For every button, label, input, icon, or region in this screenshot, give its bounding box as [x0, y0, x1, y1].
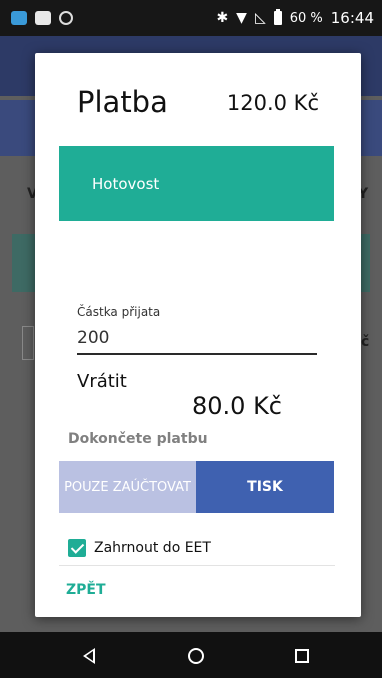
- background-field-letter: č: [361, 334, 370, 350]
- dialog-title: Platba: [77, 85, 168, 119]
- payment-method-cash-button[interactable]: Hotovost: [59, 146, 334, 221]
- change-label: Vrátit: [77, 371, 127, 392]
- wifi-icon: ▼: [236, 10, 247, 26]
- back-button[interactable]: ZPĚT: [66, 582, 106, 598]
- dialog-divider: [59, 565, 335, 566]
- eet-label: Zahrnout do EET: [94, 540, 211, 556]
- battery-percent: 60 %: [289, 10, 323, 26]
- nav-back-icon[interactable]: [83, 648, 95, 664]
- app-notification-icon: [11, 11, 27, 25]
- clock: 16:44: [330, 9, 374, 27]
- change-amount: 80.0 Kč: [192, 392, 282, 420]
- print-button[interactable]: TISK: [196, 461, 334, 513]
- navigation-bar: [0, 632, 382, 678]
- image-notification-icon: [35, 11, 51, 25]
- vpn-notification-icon: [59, 11, 73, 25]
- finish-payment-label: Dokončete platbu: [68, 431, 208, 447]
- bluetooth-icon: ✱: [216, 10, 229, 26]
- action-button-row: POUZE ZAÚČTOVAT TISK: [59, 461, 334, 513]
- nav-home-icon[interactable]: [188, 648, 204, 664]
- nav-recents-icon[interactable]: [295, 649, 309, 663]
- eet-checkbox[interactable]: [68, 539, 86, 557]
- total-amount: 120.0 Kč: [226, 91, 319, 115]
- received-amount-input[interactable]: [77, 323, 317, 355]
- background-field: [22, 326, 34, 360]
- status-bar: ✱ ▼ ◺ 60 % 16:44: [0, 0, 382, 36]
- received-amount-label: Částka přijata: [77, 305, 161, 319]
- eet-option[interactable]: Zahrnout do EET: [68, 539, 211, 557]
- payment-dialog: Platba 120.0 Kč Hotovost Částka přijata …: [35, 53, 361, 617]
- post-only-button[interactable]: POUZE ZAÚČTOVAT: [59, 461, 196, 513]
- no-signal-icon: ◺: [254, 10, 266, 26]
- battery-icon: [273, 9, 282, 25]
